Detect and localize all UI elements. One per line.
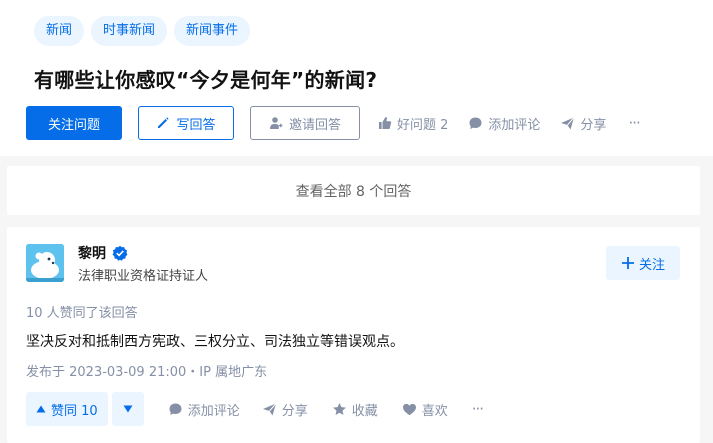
collect-button[interactable]: 收藏 [332, 400, 378, 419]
good-question-button[interactable]: 好问题 2 [378, 114, 448, 133]
triangle-up-icon [36, 404, 46, 414]
star-icon [332, 402, 347, 417]
answer-comment-label: 添加评论 [187, 403, 240, 419]
votes-summary: 10 人赞同了该回答 [26, 306, 138, 321]
share-button[interactable]: 分享 [560, 114, 606, 133]
question-actions: 关注问题 写回答 邀请回答 好问题 2 添加评论 分享 ··· [26, 106, 641, 140]
answer-comment-button[interactable]: 添加评论 [168, 400, 240, 419]
share-label: 分享 [580, 117, 607, 133]
question-title[interactable]: 有哪些让你感叹“今夕是何年”的新闻? [34, 64, 377, 93]
topic-tag[interactable]: 新闻 [34, 16, 85, 46]
author-name[interactable]: 黎明 [78, 243, 128, 263]
add-comment-label: 添加评论 [488, 117, 541, 133]
write-answer-label: 写回答 [176, 117, 216, 133]
invite-answer-label: 邀请回答 [288, 117, 341, 133]
publish-time[interactable]: 发布于 2023-03-09 21:00・IP 属地广东 [26, 361, 267, 380]
answer-share-label: 分享 [281, 403, 308, 419]
collect-label: 收藏 [351, 403, 378, 419]
comment-icon [168, 402, 183, 417]
topic-tag[interactable]: 新闻事件 [174, 16, 251, 46]
plus-icon [621, 256, 635, 270]
pencil-icon [156, 116, 170, 130]
upvote-button[interactable]: 赞同 10 [26, 392, 108, 426]
like-label: 喜欢 [421, 403, 448, 419]
like-button[interactable]: 喜欢 [402, 400, 448, 419]
verified-badge-icon [112, 245, 128, 261]
author-name-text: 黎明 [78, 246, 106, 262]
comment-icon [468, 116, 483, 131]
write-answer-button[interactable]: 写回答 [138, 106, 234, 140]
thumbs-up-icon [378, 116, 392, 130]
downvote-button[interactable] [111, 392, 144, 426]
good-question-label: 好问题 2 [397, 117, 449, 133]
answer-more-icon[interactable]: ··· [472, 400, 484, 418]
topic-tag[interactable]: 时事新闻 [91, 16, 168, 46]
heart-icon [402, 402, 417, 417]
triangle-down-icon [123, 404, 133, 414]
topic-tags: 新闻 时事新闻 新闻事件 [34, 16, 251, 46]
add-comment-button[interactable]: 添加评论 [468, 114, 540, 133]
answer-card: 黎明 法律职业资格证持证人 关注 10 人赞同了该回答 坚决反对和抵制西方宪政、… [7, 227, 700, 443]
question-header: 新闻 时事新闻 新闻事件 有哪些让你感叹“今夕是何年”的新闻? 关注问题 写回答… [0, 0, 713, 156]
view-all-answers-button[interactable]: 查看全部 8 个回答 [7, 166, 700, 215]
follow-question-button[interactable]: 关注问题 [26, 106, 122, 140]
answer-actions: 赞同 10 添加评论 分享 收藏 喜欢 ··· [26, 392, 484, 426]
share-icon [262, 402, 277, 417]
answer-share-button[interactable]: 分享 [262, 400, 308, 419]
more-options-icon[interactable]: ··· [628, 114, 640, 132]
follow-author-label: 关注 [638, 257, 665, 273]
invite-user-icon [269, 116, 283, 130]
share-icon [560, 116, 575, 131]
avatar[interactable] [26, 244, 64, 282]
follow-author-button[interactable]: 关注 [606, 246, 680, 280]
upvote-label: 赞同 10 [51, 403, 98, 419]
author-description: 法律职业资格证持证人 [78, 269, 209, 284]
invite-answer-button[interactable]: 邀请回答 [250, 106, 360, 140]
answer-content: 坚决反对和抵制西方宪政、三权分立、司法独立等错误观点。 [26, 334, 404, 350]
